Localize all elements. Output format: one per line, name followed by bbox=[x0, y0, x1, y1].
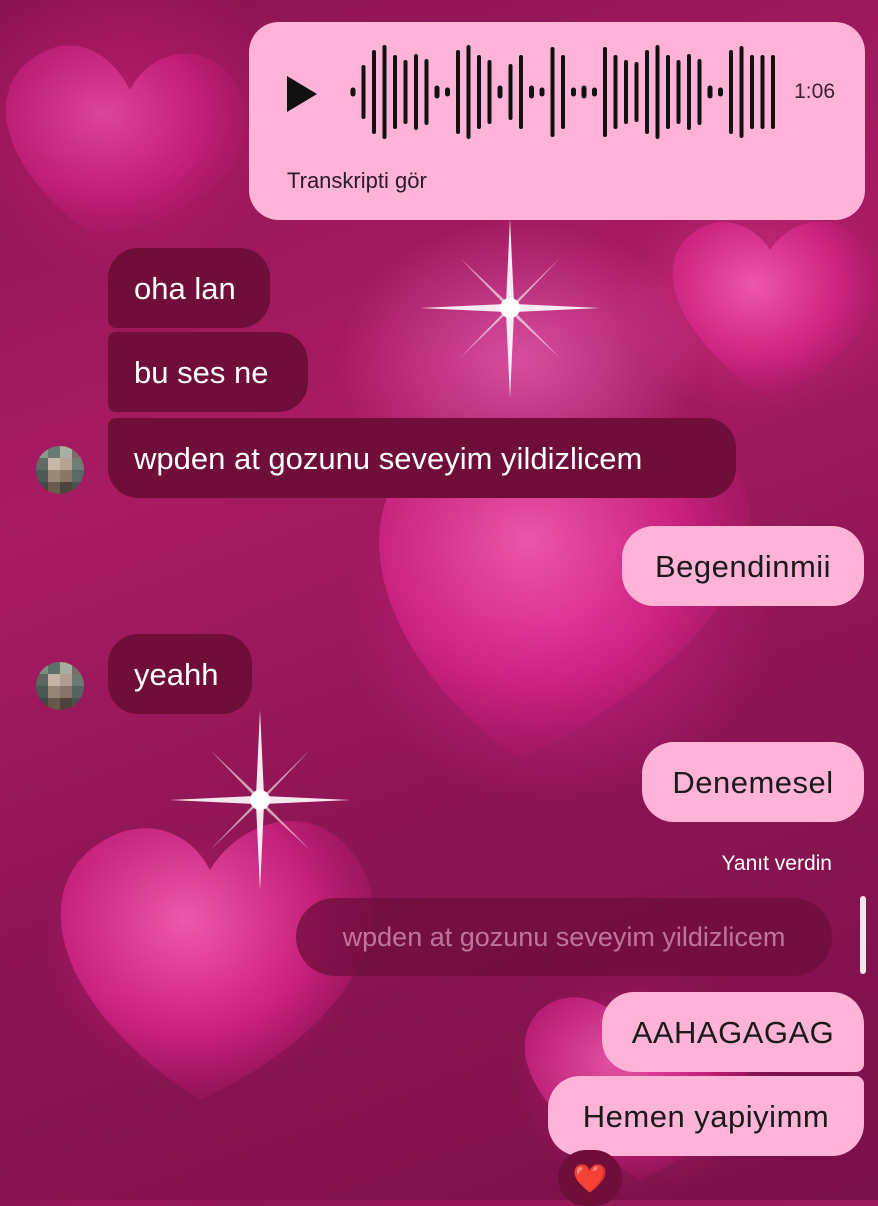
view-transcript-link[interactable]: Transkripti gör bbox=[287, 168, 427, 194]
avatar[interactable] bbox=[36, 662, 84, 710]
voice-duration: 1:06 bbox=[794, 80, 835, 103]
message-text: Begendinmii bbox=[654, 548, 832, 584]
message-text: bu ses ne bbox=[134, 354, 269, 390]
reaction-emoji: ❤️ bbox=[572, 1163, 608, 1194]
message-text: oha lan bbox=[134, 270, 236, 306]
avatar[interactable] bbox=[36, 446, 84, 494]
message-incoming[interactable]: wpden at gozunu seveyim yildizlicem bbox=[108, 418, 736, 498]
sparkle-decoration bbox=[420, 218, 600, 398]
message-outgoing[interactable]: Begendinmii bbox=[622, 526, 864, 606]
message-outgoing[interactable]: AAHAGAGAG bbox=[602, 992, 864, 1072]
quoted-text: wpden at gozunu seveyim yildizlicem bbox=[342, 921, 786, 952]
message-outgoing[interactable]: Denemesel bbox=[642, 742, 864, 822]
message-incoming[interactable]: oha lan bbox=[108, 248, 270, 328]
reply-label: Yanıt verdin bbox=[721, 852, 832, 875]
voice-message-bubble[interactable]: 1:06 Transkripti gör bbox=[249, 22, 865, 220]
play-icon[interactable] bbox=[285, 74, 319, 114]
reply-indicator-bar bbox=[860, 896, 866, 974]
message-text: Denemesel bbox=[672, 764, 834, 800]
message-text: Hemen yapiyimm bbox=[582, 1098, 830, 1134]
message-outgoing[interactable]: Hemen yapiyimm bbox=[548, 1076, 864, 1156]
heart-reaction-icon[interactable]: ❤️ bbox=[558, 1150, 622, 1206]
audio-waveform[interactable] bbox=[347, 42, 783, 142]
message-incoming[interactable]: yeahh bbox=[108, 634, 252, 714]
message-incoming[interactable]: bu ses ne bbox=[108, 332, 308, 412]
message-text: yeahh bbox=[134, 656, 219, 692]
sparkle-decoration-lower bbox=[170, 710, 350, 890]
message-text: AAHAGAGAG bbox=[631, 1014, 835, 1050]
quoted-message[interactable]: wpden at gozunu seveyim yildizlicem bbox=[296, 898, 832, 976]
message-text: wpden at gozunu seveyim yildizlicem bbox=[134, 440, 643, 476]
